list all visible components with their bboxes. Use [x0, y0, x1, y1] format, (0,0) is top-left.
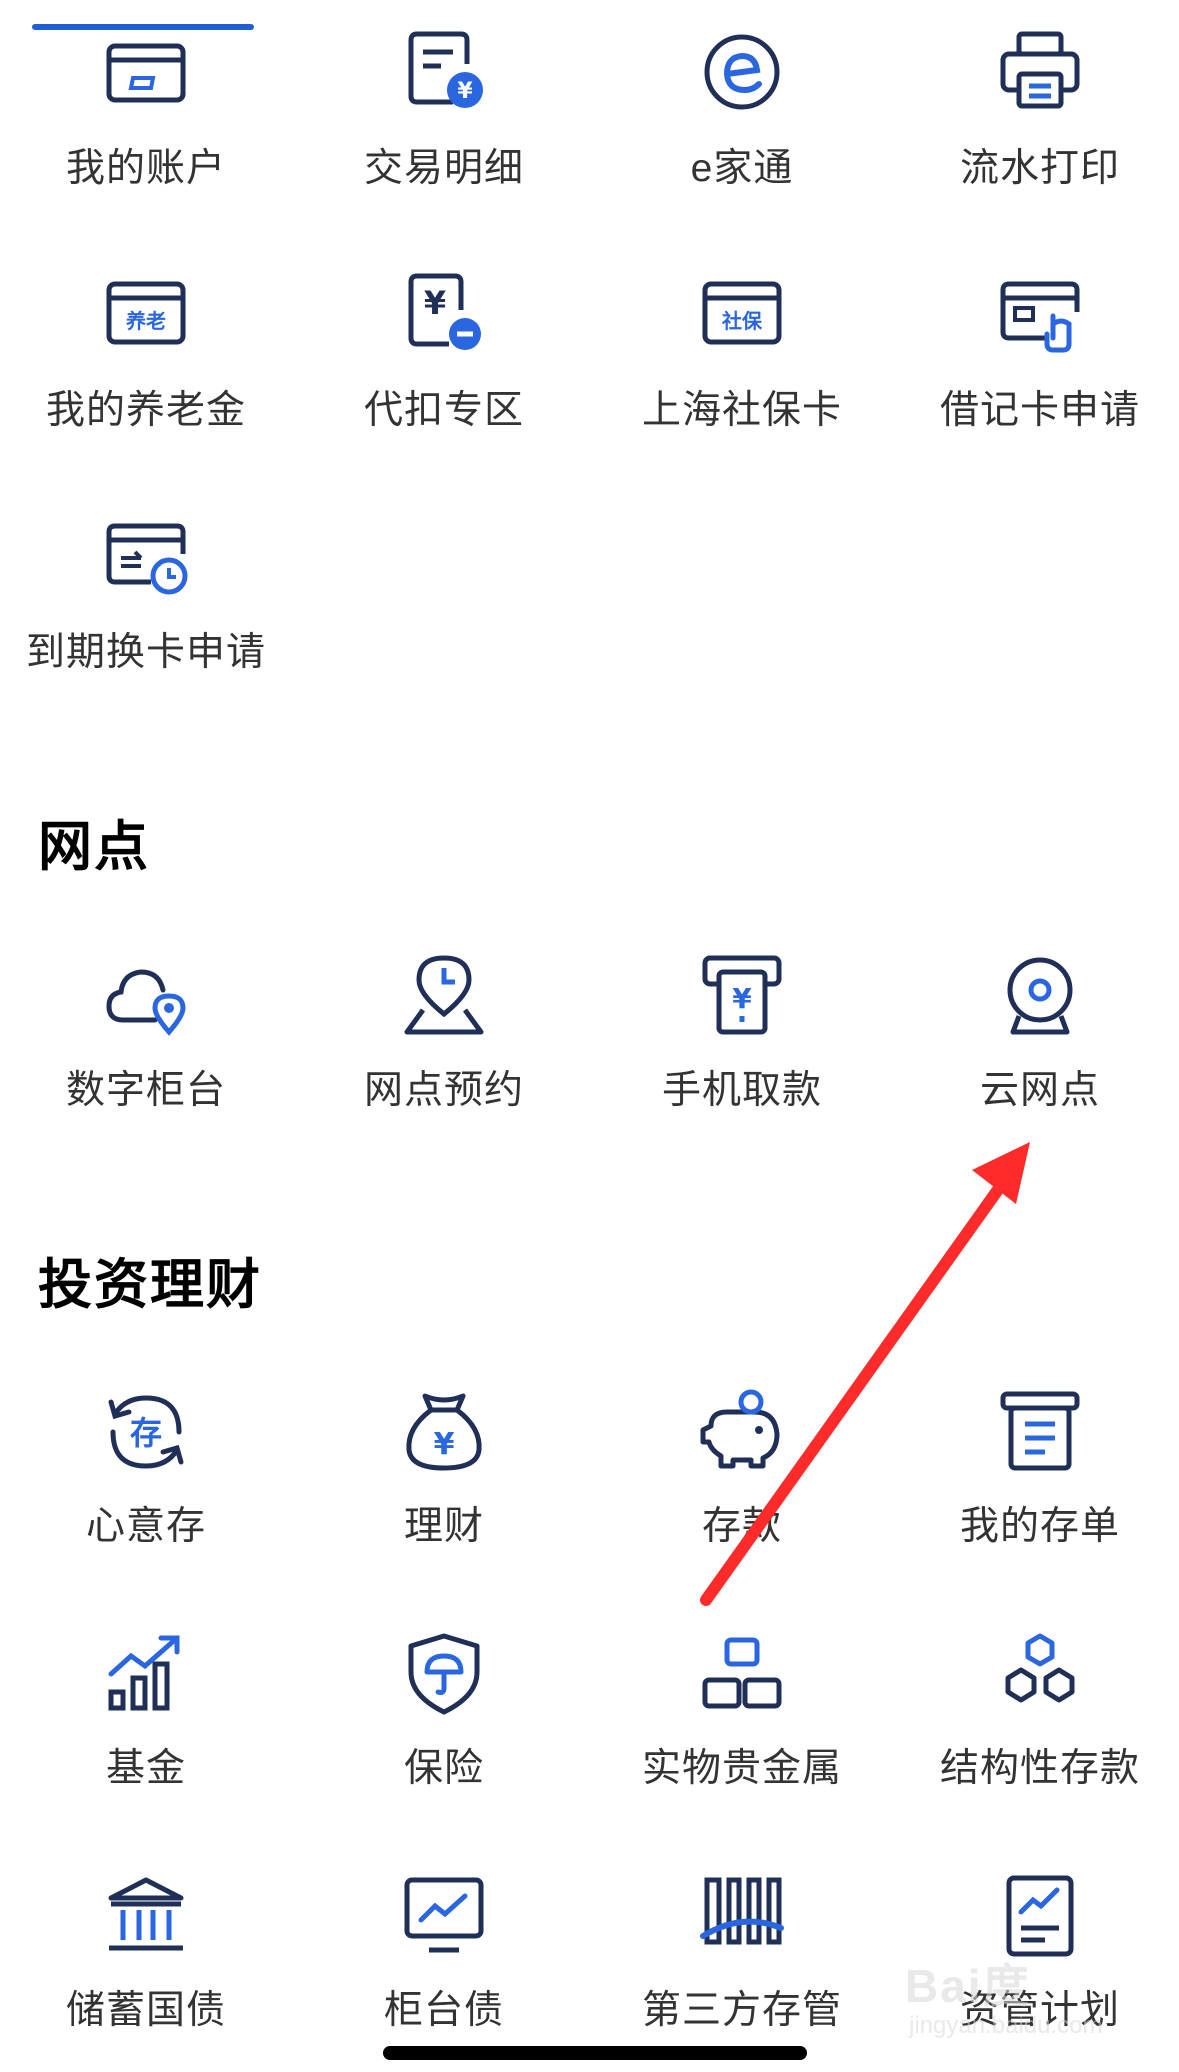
grid-item-structured-deposit[interactable]: 结构性存款: [890, 1630, 1179, 1830]
item-label: 保险: [403, 1747, 484, 1790]
svg-text:¥: ¥: [424, 284, 446, 322]
cloud-location-icon: [101, 952, 191, 1042]
item-label: 上海社保卡: [641, 389, 842, 432]
report-chart-icon: [995, 1872, 1085, 1962]
grid-item-my-certificate[interactable]: 我的存单: [890, 1388, 1179, 1588]
bank-building-icon: [101, 1872, 191, 1962]
deposit-cycle-icon: 存: [101, 1388, 191, 1478]
item-label: 我的养老金: [45, 389, 246, 432]
piggy-bank-icon: [697, 1388, 787, 1478]
home-indicator[interactable]: [383, 2046, 807, 2060]
svg-text:社保: 社保: [721, 309, 763, 333]
grid-item-digital-counter[interactable]: 数字柜台: [0, 952, 296, 1152]
grid-item-savings-bonds[interactable]: 储蓄国债: [0, 1872, 296, 2072]
bank-card-icon: [101, 30, 191, 120]
item-label: 第三方存管: [641, 1989, 842, 2032]
grid-item-branch-appointment[interactable]: 网点预约: [294, 952, 594, 1152]
svg-text:存: 存: [130, 1414, 162, 1452]
svg-text:¥: ¥: [732, 982, 752, 1015]
item-label: 心意存: [85, 1505, 206, 1548]
item-label: 到期换卡申请: [25, 631, 266, 674]
debit-card-apply-icon: [995, 272, 1085, 362]
item-label: 网点预约: [363, 1069, 524, 1112]
grid-item-shanghai-social-card[interactable]: 社保 上海社保卡: [592, 272, 892, 472]
grid-item-transaction-detail[interactable]: ¥ 交易明细: [294, 30, 594, 230]
watermark: Bai度 jingyan.baidu.com: [905, 1950, 1145, 2050]
grid-item-debit-card-apply[interactable]: 借记卡申请: [890, 272, 1179, 472]
item-label: 我的存单: [959, 1505, 1120, 1548]
grid-item-cloud-branch[interactable]: 云网点: [890, 952, 1179, 1152]
growth-bars-icon: [101, 1630, 191, 1720]
item-label: 数字柜台: [65, 1069, 226, 1112]
webcam-icon: [995, 952, 1085, 1042]
item-label: 理财: [403, 1505, 484, 1548]
transaction-detail-icon: ¥: [399, 30, 489, 120]
grid-item-card-renewal[interactable]: 到期换卡申请: [0, 514, 296, 714]
grid-item-statement-print[interactable]: 流水打印: [890, 30, 1179, 230]
grid-item-e-jiatong[interactable]: e家通: [592, 30, 892, 230]
svg-text:养老: 养老: [125, 309, 166, 333]
grid-item-deposit[interactable]: 存款: [592, 1388, 892, 1588]
social-security-card-icon: 社保: [697, 272, 787, 362]
grid-item-fund[interactable]: 基金: [0, 1630, 296, 1830]
watermark-logo: Bai度: [905, 1960, 1031, 2012]
grid-item-third-party-custody[interactable]: 第三方存管: [592, 1872, 892, 2072]
svg-text:¥: ¥: [434, 1427, 455, 1462]
item-label: 云网点: [979, 1069, 1100, 1112]
grid-item-withhold-zone[interactable]: ¥ 代扣专区: [294, 272, 594, 472]
item-label: 柜台债: [383, 1989, 504, 2032]
grid-item-wealth-management[interactable]: ¥ 理财: [294, 1388, 594, 1588]
monitor-chart-icon: [399, 1872, 489, 1962]
item-label: 存款: [701, 1505, 782, 1548]
item-label: 代扣专区: [363, 389, 524, 432]
grid-item-my-pension[interactable]: 养老 我的养老金: [0, 272, 296, 472]
item-label: 实物贵金属: [641, 1747, 842, 1790]
section-title-branch: 网点: [38, 817, 150, 877]
card-renewal-icon: [101, 514, 191, 604]
shield-umbrella-icon: [399, 1630, 489, 1720]
printer-icon: [995, 30, 1085, 120]
item-label: e家通: [690, 147, 794, 190]
certificate-icon: [995, 1388, 1085, 1478]
item-label: 手机取款: [661, 1069, 822, 1112]
section-title-investment: 投资理财: [38, 1255, 262, 1315]
hexagons-icon: [995, 1630, 1085, 1720]
money-bag-icon: ¥: [399, 1388, 489, 1478]
appointment-pin-icon: [399, 952, 489, 1042]
grid-item-insurance[interactable]: 保险: [294, 1630, 594, 1830]
watermark-url: jingyan.baidu.com: [909, 2012, 1103, 2039]
atm-withdraw-icon: ¥: [697, 952, 787, 1042]
grid-item-my-account[interactable]: 我的账户: [0, 30, 296, 230]
item-label: 流水打印: [959, 147, 1120, 190]
item-label: 交易明细: [363, 147, 524, 190]
item-label: 结构性存款: [939, 1747, 1140, 1790]
item-label: 基金: [105, 1747, 186, 1790]
item-label: 储蓄国债: [65, 1989, 226, 2032]
withhold-icon: ¥: [399, 272, 489, 362]
grid-item-precious-metals[interactable]: 实物贵金属: [592, 1630, 892, 1830]
grid-item-counter-bonds[interactable]: 柜台债: [294, 1872, 594, 2072]
e-logo-icon: [697, 30, 787, 120]
item-label: 借记卡申请: [939, 389, 1140, 432]
grid-item-xinyi-deposit[interactable]: 存 心意存: [0, 1388, 296, 1588]
custody-bars-icon: [697, 1872, 787, 1962]
svg-text:¥: ¥: [457, 79, 473, 104]
item-label: 我的账户: [65, 147, 226, 190]
grid-item-mobile-withdraw[interactable]: ¥ 手机取款: [592, 952, 892, 1152]
pension-card-icon: 养老: [101, 272, 191, 362]
gold-bars-icon: [697, 1630, 787, 1720]
